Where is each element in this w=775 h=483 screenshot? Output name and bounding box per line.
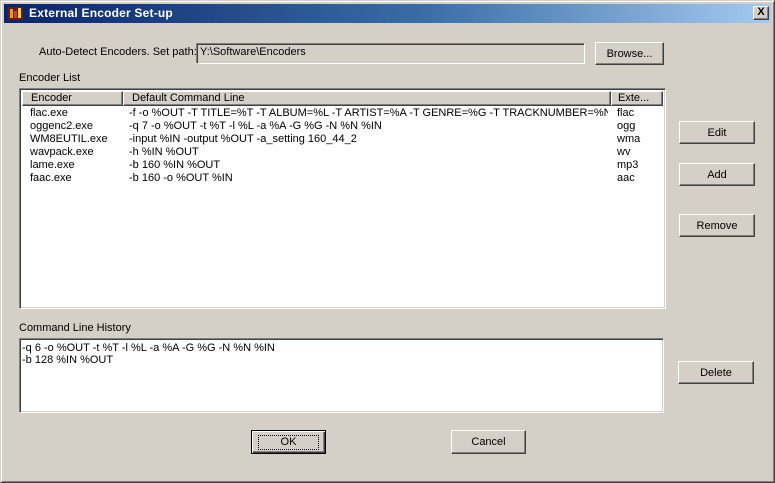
list-item[interactable]: -b 128 %IN %OUT: [22, 354, 113, 366]
command-cell: -b 160 -o %OUT %IN: [129, 172, 233, 184]
encoder-cell: wavpack.exe: [30, 146, 94, 158]
add-button-label: Add: [707, 168, 727, 181]
encoder-cell: flac.exe: [30, 107, 68, 119]
command-cell: -input %IN -output %OUT -a_setting 160_4…: [129, 133, 357, 145]
delete-button[interactable]: Delete: [678, 361, 754, 384]
autodetect-label: Auto-Detect Encoders. Set path:: [39, 46, 197, 58]
close-icon: X: [757, 6, 765, 18]
encoder-cell: oggenc2.exe: [30, 120, 93, 132]
encoder-cell: WM8EUTIL.exe: [30, 133, 108, 145]
browse-button[interactable]: Browse...: [595, 42, 664, 65]
extension-cell: flac: [617, 107, 635, 119]
encoder-list-viewport: Encoder Default Command Line Exte... fla…: [22, 91, 663, 306]
encoder-path-field[interactable]: Y:\Software\Encoders: [196, 43, 585, 64]
table-row[interactable]: lame.exe -b 160 %IN %OUT mp3: [22, 159, 662, 172]
extension-cell: aac: [617, 172, 635, 184]
list-item[interactable]: -q 6 -o %OUT -t %T -l %L -a %A -G %G -N …: [22, 342, 275, 354]
app-icon: [8, 7, 23, 20]
encoder-list[interactable]: Encoder Default Command Line Exte... fla…: [19, 88, 666, 309]
title-bar[interactable]: External Encoder Set-up X: [4, 4, 771, 23]
encoder-path-value: Y:\Software\Encoders: [200, 46, 306, 58]
extension-cell: wma: [617, 133, 641, 145]
add-button[interactable]: Add: [679, 163, 755, 186]
column-header-command-line[interactable]: Default Command Line: [123, 91, 611, 106]
ok-button[interactable]: OK: [251, 430, 326, 454]
table-row[interactable]: faac.exe -b 160 -o %OUT %IN aac: [22, 172, 662, 185]
encoder-list-label: Encoder List: [19, 72, 81, 84]
extension-cell: ogg: [617, 120, 636, 132]
edit-button-label: Edit: [707, 126, 727, 139]
window-title: External Encoder Set-up: [29, 6, 173, 20]
extension-cell: mp3: [617, 159, 639, 171]
column-header-encoder[interactable]: Encoder: [22, 91, 123, 106]
cancel-button[interactable]: Cancel: [451, 430, 526, 454]
edit-button[interactable]: Edit: [679, 121, 755, 144]
table-row[interactable]: wavpack.exe -h %IN %OUT wv: [22, 146, 662, 159]
command-cell: -q 7 -o %OUT -t %T -l %L -a %A -G %G -N …: [129, 120, 382, 132]
command-cell: -f -o %OUT -T TITLE=%T -T ALBUM=%L -T AR…: [129, 107, 608, 119]
encoder-cell: faac.exe: [30, 172, 72, 184]
close-button[interactable]: X: [753, 6, 769, 20]
command-history-list[interactable]: -q 6 -o %OUT -t %T -l %L -a %A -G %G -N …: [19, 338, 664, 413]
table-row[interactable]: WM8EUTIL.exe -input %IN -output %OUT -a_…: [22, 133, 662, 146]
table-row[interactable]: flac.exe -f -o %OUT -T TITLE=%T -T ALBUM…: [22, 107, 662, 120]
column-header-extension[interactable]: Exte...: [611, 91, 663, 106]
ok-button-label: OK: [257, 434, 320, 450]
command-cell: -b 160 %IN %OUT: [129, 159, 221, 171]
delete-button-label: Delete: [700, 366, 732, 379]
browse-button-label: Browse...: [606, 47, 653, 60]
table-row[interactable]: oggenc2.exe -q 7 -o %OUT -t %T -l %L -a …: [22, 120, 662, 133]
cancel-button-label: Cancel: [471, 436, 506, 448]
external-encoder-dialog: External Encoder Set-up X Auto-Detect En…: [0, 0, 775, 483]
remove-button[interactable]: Remove: [679, 214, 755, 237]
remove-button-label: Remove: [696, 219, 738, 232]
command-cell: -h %IN %OUT: [129, 146, 199, 158]
extension-cell: wv: [617, 146, 631, 158]
history-label: Command Line History: [19, 322, 131, 334]
encoder-cell: lame.exe: [30, 159, 75, 171]
